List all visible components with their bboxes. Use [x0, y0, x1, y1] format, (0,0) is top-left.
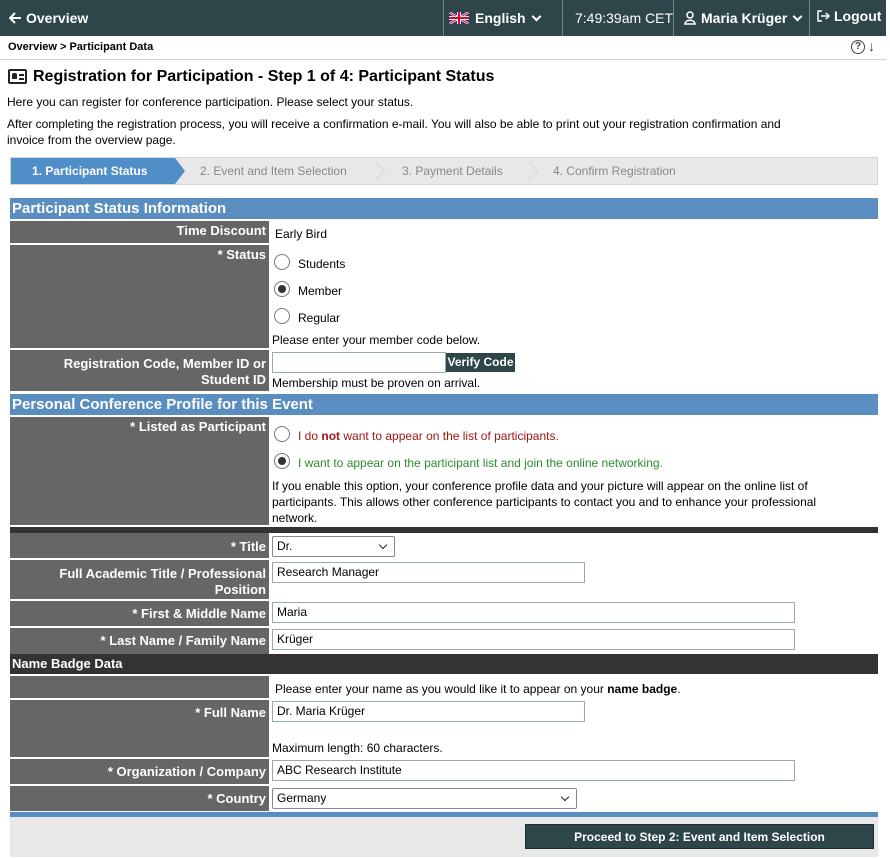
first-name-input[interactable]: Maria — [272, 602, 795, 623]
logout-button[interactable]: Logout — [817, 0, 881, 34]
last-name-input[interactable]: Krüger — [272, 629, 795, 650]
full-name-hint: Maximum length: 60 characters. — [272, 741, 443, 755]
section-header-badge: Name Badge Data — [10, 654, 878, 674]
status-label: * Status — [10, 245, 269, 348]
section-header-status: Participant Status Information — [10, 198, 878, 219]
step-divider — [371, 159, 384, 183]
intro-text-2: After completing the registration proces… — [7, 117, 781, 131]
intro-text-3: invoice from the overview page. — [7, 133, 176, 147]
status-option-label: Students — [298, 257, 346, 271]
position-label: Full Academic Title / Professional Posit… — [10, 560, 269, 599]
last-name-label: * Last Name / Family Name — [10, 628, 269, 654]
step-arrow — [175, 158, 185, 184]
code-hint: Membership must be proven on arrival. — [272, 376, 481, 390]
title-select[interactable]: Dr. — [272, 536, 395, 557]
listed-radio-yes[interactable] — [274, 453, 290, 469]
status-option-label: Regular — [298, 311, 341, 325]
status-radio-students[interactable] — [274, 254, 290, 270]
listed-option-no: I do not want to appear on the list of p… — [298, 429, 559, 443]
language-selector[interactable]: English — [449, 0, 542, 36]
listed-participant-label: * Listed as Participant — [10, 417, 269, 525]
step-4: 4. Confirm Registration — [553, 164, 676, 178]
organization-input[interactable]: ABC Research Institute — [272, 760, 795, 781]
intro-text: Here you can register for conference par… — [7, 95, 414, 109]
chevron-down-icon — [792, 11, 803, 21]
badge-hint: Please enter your name as you would like… — [275, 682, 681, 696]
listed-explanation: If you enable this option, your conferen… — [272, 479, 817, 525]
full-name-label: * Full Name — [10, 700, 269, 757]
status-radio-regular[interactable] — [274, 308, 290, 324]
top-bar: Overview English 7:49:39am CET Maria Krü… — [0, 0, 886, 36]
listed-option-yes: I want to appear on the participant list… — [298, 456, 663, 470]
position-input[interactable]: Research Manager — [272, 562, 585, 583]
listed-radio-no[interactable] — [274, 426, 290, 442]
verify-code-button[interactable]: Verify Code — [446, 353, 515, 372]
country-select[interactable]: Germany — [272, 788, 577, 809]
status-option-label: Member — [298, 284, 343, 298]
user-menu[interactable]: Maria Krüger — [684, 0, 803, 36]
page-title: Registration for Participation - Step 1 … — [33, 68, 495, 85]
time-discount-label: Time Discount — [10, 221, 269, 243]
step-divider — [524, 159, 537, 183]
status-radio-member[interactable] — [274, 281, 290, 297]
status-hint: Please enter your member code below. — [272, 333, 481, 347]
chevron-down-icon — [531, 11, 542, 21]
first-name-label: * First & Middle Name — [10, 601, 269, 626]
user-icon — [684, 11, 696, 25]
registration-code-label: Registration Code, Member ID or Student … — [10, 350, 269, 391]
step-progress: 1. Participant Status 2. Event and Item … — [10, 157, 878, 185]
step-2: 2. Event and Item Selection — [200, 164, 347, 178]
breadcrumb[interactable]: Overview > Participant Data — [8, 41, 153, 53]
badge-hint-label — [10, 676, 269, 698]
overview-link[interactable]: Overview — [9, 0, 88, 36]
country-label: * Country — [10, 786, 269, 811]
logout-icon — [817, 10, 830, 22]
id-card-icon — [8, 69, 27, 84]
help-icon[interactable]: ? — [851, 40, 865, 54]
title-label: * Title — [10, 533, 269, 558]
step-3: 3. Payment Details — [402, 164, 503, 178]
time-discount-value: Early Bird — [275, 227, 328, 241]
breadcrumb-bar: Overview > Participant Data — [0, 36, 886, 60]
section-header-profile: Personal Conference Profile for this Eve… — [10, 394, 878, 415]
registration-code-input[interactable] — [272, 352, 446, 373]
arrow-down-icon[interactable]: ↓ — [868, 38, 875, 54]
proceed-button[interactable]: Proceed to Step 2: Event and Item Select… — [525, 824, 874, 849]
uk-flag-icon — [449, 12, 469, 24]
full-name-input[interactable]: Dr. Maria Krüger — [272, 701, 585, 722]
organization-label: * Organization / Company — [10, 759, 269, 784]
step-1: 1. Participant Status — [11, 158, 175, 184]
chevron-down-icon — [378, 540, 388, 550]
chevron-down-icon — [560, 792, 570, 802]
arrow-left-icon — [9, 12, 21, 24]
clock: 7:49:39am CET — [575, 10, 674, 26]
